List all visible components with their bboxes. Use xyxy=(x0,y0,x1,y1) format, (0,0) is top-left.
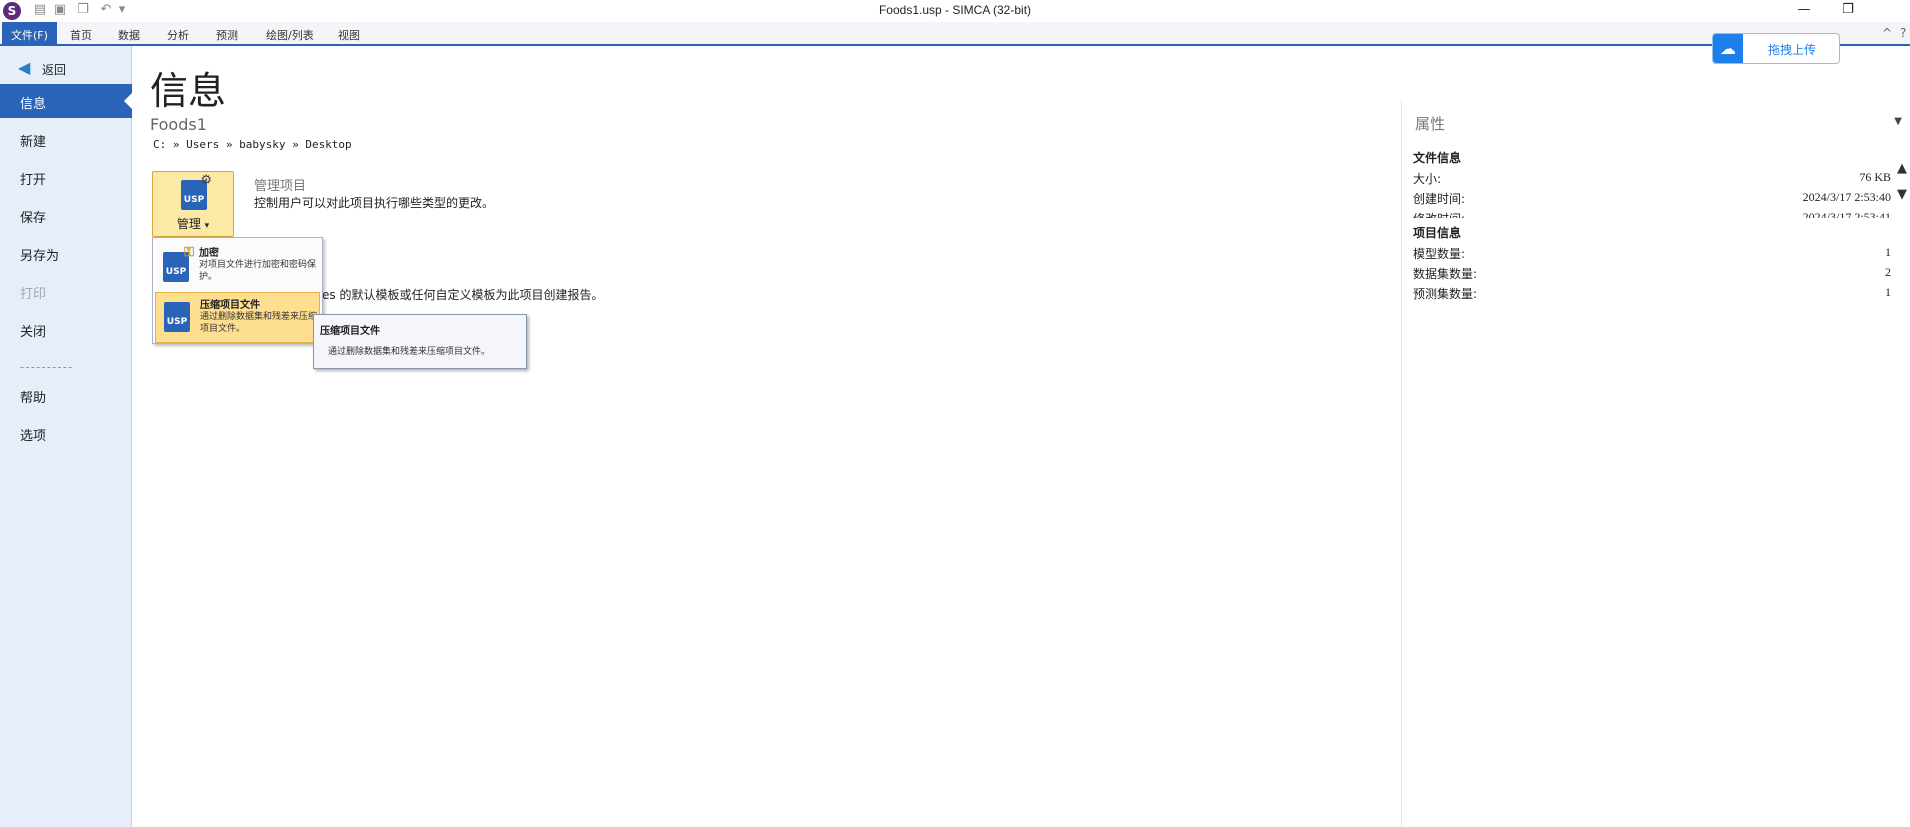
usp-file-icon: USP ⚙ xyxy=(181,174,212,210)
properties-dropdown-icon[interactable]: ▼ xyxy=(1894,116,1902,127)
tab-data[interactable]: 数据 xyxy=(118,27,140,43)
tab-predict[interactable]: 预测 xyxy=(216,27,238,43)
tab-analysis[interactable]: 分析 xyxy=(167,27,189,43)
drag-upload-button[interactable]: ☁ 拖拽上传 xyxy=(1712,33,1840,64)
help-icon[interactable]: ? xyxy=(1900,26,1906,40)
window-title: Foods1.usp - SIMCA (32-bit) xyxy=(878,3,1032,17)
property-value: 1 xyxy=(1885,245,1891,259)
page-title: 信息 xyxy=(150,69,227,113)
project-info-heading: 项目信息 xyxy=(1413,226,1462,240)
key-icon: ⚿ xyxy=(184,245,194,260)
tab-home[interactable]: 首页 xyxy=(70,27,92,43)
manage-label-text: 管理 xyxy=(176,217,201,231)
sidebar-item-label: 打印 xyxy=(20,287,47,302)
tooltip: 压缩项目文件 通过删除数据集和残差来压缩项目文件。 xyxy=(313,314,527,369)
manage-section-title: 管理项目 xyxy=(254,179,307,194)
menu-item-encrypt[interactable]: USP ⚿ 加密 对项目文件进行加密和密码保护。 xyxy=(155,241,320,292)
manage-dropdown-menu: USP ⚿ 加密 对项目文件进行加密和密码保护。 USP 压缩项目文件 通过删除… xyxy=(152,237,323,344)
minimize-button[interactable]: — xyxy=(1781,0,1827,22)
menu-item-description: 对项目文件进行加密和密码保护。 xyxy=(199,260,317,282)
properties-title: 属性 xyxy=(1415,115,1446,133)
sidebar-item-label: 新建 xyxy=(20,135,47,150)
property-label: 数据集数量: xyxy=(1413,267,1478,281)
sidebar-item-label: 选项 xyxy=(20,429,47,444)
cloud-share-icon: ☁ xyxy=(1713,34,1743,63)
menu-item-title: 加密 xyxy=(199,248,219,259)
drag-upload-label: 拖拽上传 xyxy=(1767,43,1816,57)
sidebar-item-new[interactable]: 新建 xyxy=(0,122,132,156)
property-row-created: 创建时间: 2024/3/17 2:53:40 xyxy=(1413,190,1891,207)
property-label: 预测集数量: xyxy=(1413,287,1478,301)
project-name: Foods1 xyxy=(150,115,207,134)
ribbon-collapse-icon[interactable]: ^ xyxy=(1882,26,1892,40)
sidebar-item-label: 信息 xyxy=(20,97,47,112)
backstage-sidebar: ◀ 返回 信息 新建 打开 保存 另存为 打印 关闭 ---------- 帮助… xyxy=(0,46,133,827)
property-label: 创建时间: xyxy=(1413,192,1466,206)
manage-button-label: 管理 ▾ xyxy=(153,215,233,232)
tab-plot-list[interactable]: 绘图/列表 xyxy=(266,27,314,43)
property-row-modified: 修改时间: 2024/3/17 2:53:41 xyxy=(1413,210,1891,218)
encrypt-key-icon: USP ⚿ xyxy=(163,246,194,282)
tooltip-title: 压缩项目文件 xyxy=(320,326,380,337)
property-row-size: 大小: 76 KB xyxy=(1413,170,1891,187)
active-indicator xyxy=(124,92,133,110)
property-row-predictionset-count: 预测集数量: 1 xyxy=(1413,285,1891,302)
scroll-down-icon[interactable]: ▼ xyxy=(1894,186,1910,204)
ribbon-tab-bar: 文件(F) 首页 数据 分析 预测 绘图/列表 视图 ^ ? xyxy=(0,22,1910,46)
menu-item-title: 压缩项目文件 xyxy=(200,300,260,311)
sidebar-item-print: 打印 xyxy=(0,274,132,308)
sidebar-item-label: 另存为 xyxy=(20,249,60,264)
file-info-heading: 文件信息 xyxy=(1413,151,1462,165)
property-value: 2024/3/17 2:53:41 xyxy=(1802,210,1891,218)
manage-button[interactable]: USP ⚙ 管理 ▾ xyxy=(152,171,234,237)
property-row-dataset-count: 数据集数量: 2 xyxy=(1413,265,1891,282)
property-label: 模型数量: xyxy=(1413,247,1466,261)
clipped-row-container: 修改时间: 2024/3/17 2:53:41 xyxy=(1413,210,1891,218)
sidebar-item-info[interactable]: 信息 xyxy=(0,84,133,118)
sidebar-item-close[interactable]: 关闭 xyxy=(0,312,132,346)
sidebar-item-save[interactable]: 保存 xyxy=(0,198,132,232)
sidebar-item-label: 帮助 xyxy=(20,391,47,406)
chevron-down-icon: ▾ xyxy=(204,221,210,231)
tab-file[interactable]: 文件(F) xyxy=(2,22,57,46)
sidebar-item-label: 关闭 xyxy=(20,325,47,340)
tooltip-description: 通过删除数据集和残差来压缩项目文件。 xyxy=(328,347,491,357)
property-label: 修改时间: xyxy=(1413,210,1465,218)
usp-badge-label: USP xyxy=(183,195,205,205)
project-path: C: » Users » babysky » Desktop xyxy=(153,138,352,151)
sidebar-item-label: 保存 xyxy=(20,211,47,226)
title-bar: S ▤ ▣ ❐ ↶ ▾ Foods1.usp - SIMCA (32-bit) … xyxy=(0,0,1910,22)
restore-button[interactable]: ❐ xyxy=(1825,0,1871,22)
gear-icon: ⚙ xyxy=(200,173,212,188)
compress-file-icon: USP xyxy=(164,302,190,332)
menu-item-description: 通过删除数据集和残差来压缩项目文件。 xyxy=(200,312,318,334)
property-label: 大小: xyxy=(1413,172,1442,186)
scroll-up-icon[interactable]: ▲ xyxy=(1894,160,1910,178)
sidebar-item-options[interactable]: 选项 xyxy=(0,416,132,450)
sidebar-separator: ---------- xyxy=(20,360,74,374)
report-section-description: es 的默认模板或任何自定义模板为此项目创建报告。 xyxy=(322,288,604,302)
tab-view[interactable]: 视图 xyxy=(338,27,360,43)
properties-panel: 属性 ▼ 文件信息 大小: 76 KB 创建时间: 2024/3/17 2:53… xyxy=(1401,100,1910,827)
property-value: 1 xyxy=(1885,285,1891,299)
property-value: 2024/3/17 2:53:40 xyxy=(1802,190,1891,204)
sidebar-item-save-as[interactable]: 另存为 xyxy=(0,236,132,270)
property-row-model-count: 模型数量: 1 xyxy=(1413,245,1891,262)
sidebar-item-help[interactable]: 帮助 xyxy=(0,378,132,412)
sidebar-item-label: 打开 xyxy=(20,173,47,188)
back-arrow-icon: ◀ xyxy=(18,58,31,77)
menu-item-compress-project[interactable]: USP 压缩项目文件 通过删除数据集和残差来压缩项目文件。 xyxy=(155,292,320,343)
property-value: 2 xyxy=(1885,265,1891,279)
back-label: 返回 xyxy=(42,63,67,77)
manage-section-description: 控制用户可以对此项目执行哪些类型的更改。 xyxy=(254,196,495,210)
sidebar-item-open[interactable]: 打开 xyxy=(0,160,132,194)
property-value: 76 KB xyxy=(1859,170,1891,184)
